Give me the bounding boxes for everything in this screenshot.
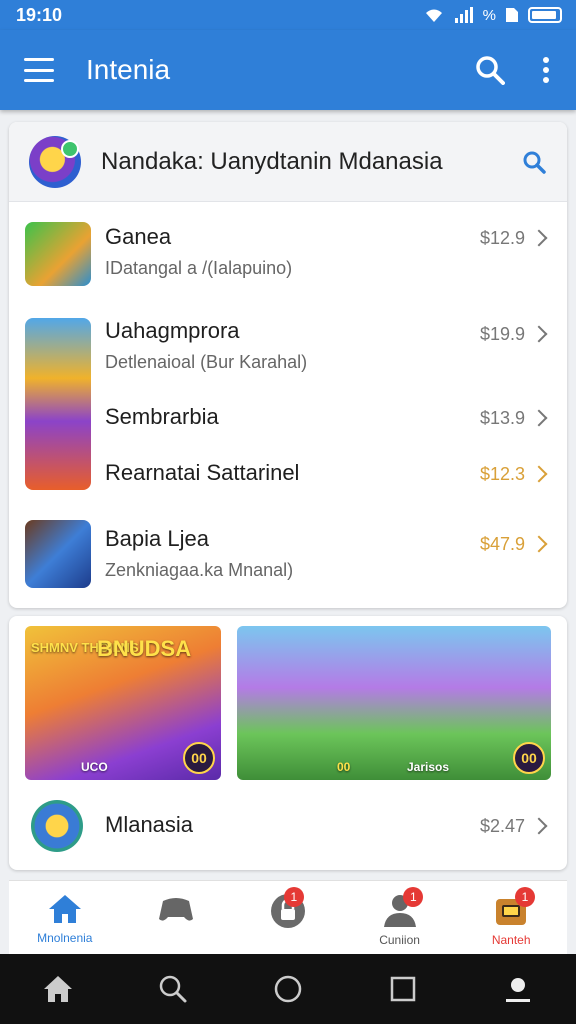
item-price: $12.3: [479, 464, 525, 484]
system-recents-button[interactable]: [383, 969, 423, 1009]
notification-badge: 1: [283, 887, 304, 907]
nav-store[interactable]: 1 Nanteh: [455, 881, 567, 954]
featured-action-button[interactable]: [519, 147, 549, 177]
system-home-button[interactable]: [38, 969, 78, 1009]
promo-footer-left: 00: [337, 760, 351, 774]
home-icon: [43, 976, 72, 1002]
item-title: Sembrarbia: [105, 404, 219, 429]
status-time: 19:10: [16, 4, 63, 25]
circle-icon: [274, 975, 302, 1003]
item-title: Mlanasia: [105, 812, 194, 837]
home-icon: [48, 895, 81, 923]
nav-inbox[interactable]: 1: [232, 881, 344, 954]
promo-card: SHMNV THOILNS BNUDSA UCO 00 00 Jarisos 0…: [9, 616, 567, 870]
search-icon: [523, 151, 546, 174]
item-price: $2.47: [479, 816, 525, 836]
nav-label: Nanteh: [491, 933, 531, 947]
square-icon: [390, 976, 416, 1002]
chevron-right-icon: [530, 465, 548, 483]
promo-banner-left[interactable]: SHMNV THOILNS BNUDSA UCO 00: [25, 626, 221, 780]
list-item[interactable]: Rearnatai Sattarinel $12.3: [9, 454, 567, 494]
notification-badge: 1: [514, 887, 535, 907]
notification-badge: 1: [403, 887, 424, 907]
menu-icon[interactable]: [24, 58, 54, 82]
item-price: $19.9: [479, 324, 525, 344]
controller-icon: [159, 898, 194, 921]
app-bar: Intenia: [0, 30, 576, 110]
promo-banner-right[interactable]: 00 Jarisos 00: [237, 626, 551, 780]
promo-title: BNUDSA: [97, 636, 192, 661]
promo-badge: 00: [513, 742, 545, 774]
app-thumbnail: [31, 800, 83, 852]
list-item[interactable]: Mlanasia $2.47: [9, 792, 567, 858]
signal-icon: [454, 7, 473, 23]
promo-footer: Jarisos: [407, 760, 450, 774]
wifi-icon: [425, 9, 442, 22]
chevron-right-icon: [530, 535, 548, 553]
list-item[interactable]: Sembrarbia $13.9: [9, 398, 567, 438]
chevron-right-icon: [530, 817, 548, 835]
app-title: Intenia: [86, 54, 171, 85]
chevron-right-icon: [530, 325, 548, 343]
item-price: $47.9: [479, 534, 525, 554]
featured-logo: [29, 135, 81, 188]
featured-header[interactable]: Nandaka: Uanydtanin Mdanasia: [9, 122, 567, 202]
app-thumbnail: [25, 520, 91, 588]
search-icon: [159, 975, 187, 1003]
search-button[interactable]: [470, 50, 510, 90]
item-price: $12.9: [479, 228, 525, 248]
list-item[interactable]: Ganea IDatangal a /(Ialapuino) $12.9: [9, 218, 567, 294]
status-bar: 19:10 %: [0, 0, 576, 30]
nav-label: Mnolnenia: [37, 931, 93, 945]
item-title: Bapia Ljea: [105, 526, 209, 551]
item-subtitle: IDatangal a /(Ialapuino): [105, 258, 293, 278]
nav-account[interactable]: 1 Cuniion: [344, 881, 456, 954]
app-list-card: Nandaka: Uanydtanin Mdanasia Ganea IData…: [9, 122, 567, 608]
search-icon: [476, 56, 505, 85]
person-icon: [506, 978, 531, 1002]
promo-footer: UCO: [81, 760, 108, 774]
list-item[interactable]: Bapia Ljea Zenkniagaa.ka Mnanal) $47.9: [9, 518, 567, 590]
item-title: Ganea: [105, 224, 172, 249]
system-search-button[interactable]: [153, 969, 193, 1009]
item-subtitle: Detlenaioal (Bur Karahal): [105, 352, 308, 372]
system-nav-bar: [0, 954, 576, 1024]
bottom-nav: Mnolnenia 1 1 Cuniion 1 Nanteh: [9, 880, 567, 954]
item-title: Rearnatai Sattarinel: [105, 460, 300, 485]
signal-text: %: [482, 6, 496, 24]
system-profile-button[interactable]: [498, 969, 538, 1009]
status-icons: %: [423, 7, 562, 24]
chevron-right-icon: [530, 409, 548, 427]
promo-badge: 00: [183, 742, 215, 774]
sim-icon: [506, 8, 518, 22]
app-thumbnail: [25, 222, 91, 286]
system-circle-button[interactable]: [268, 969, 308, 1009]
battery-icon: [528, 7, 562, 23]
item-subtitle: Zenkniagaa.ka Mnanal): [105, 560, 294, 580]
featured-title: Nandaka: Uanydtanin Mdanasia: [101, 147, 443, 175]
nav-games[interactable]: [121, 881, 233, 954]
chevron-right-icon: [530, 229, 548, 247]
item-title: Uahagmprora: [105, 318, 240, 343]
list-item[interactable]: Uahagmprora Detlenaioal (Bur Karahal) $1…: [9, 314, 567, 378]
item-price: $13.9: [479, 408, 525, 428]
more-options-icon[interactable]: [536, 53, 556, 87]
nav-label: Cuniion: [379, 933, 420, 947]
nav-home[interactable]: Mnolnenia: [9, 881, 121, 954]
